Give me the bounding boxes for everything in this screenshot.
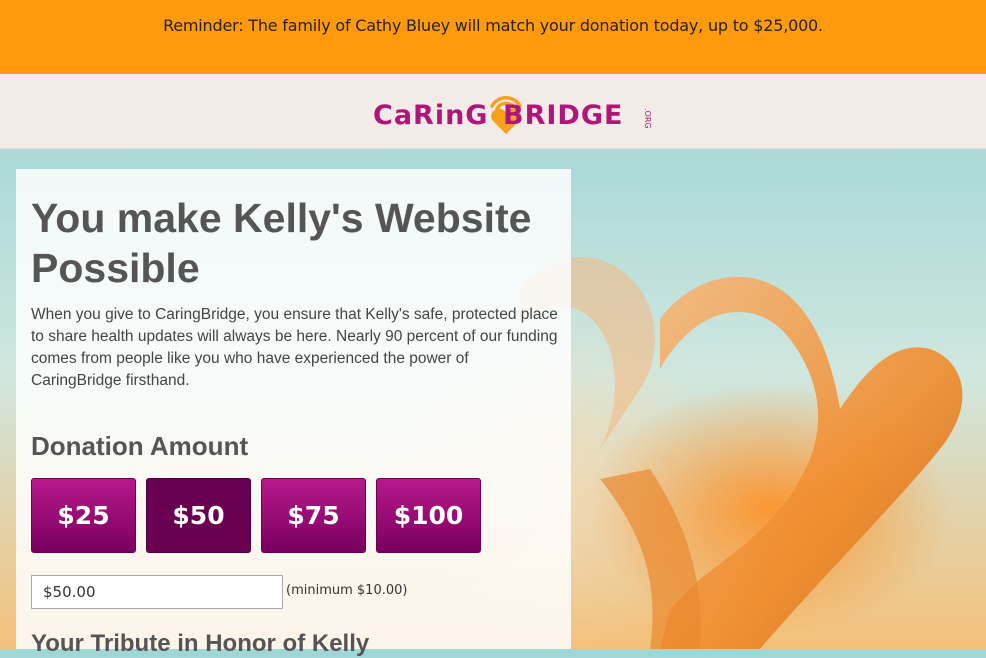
- intro-text: When you give to CaringBridge, you ensur…: [31, 306, 558, 389]
- amount-button-100[interactable]: $100: [376, 478, 481, 553]
- amount-button-75[interactable]: $75: [261, 478, 366, 553]
- logo-suffix: .ORG: [643, 108, 652, 129]
- page-title: You make Kelly's Website Possible: [31, 195, 532, 291]
- amount-button-50[interactable]: $50: [146, 478, 251, 553]
- amount-options: $25 $50 $75 $100: [31, 478, 481, 553]
- donation-amount-heading: Donation Amount: [31, 431, 249, 461]
- logo-text-left: CaRinG: [373, 100, 489, 131]
- banner-text: Reminder: The family of Cathy Bluey will…: [163, 16, 823, 35]
- minimum-note: (minimum $10.00): [286, 583, 408, 598]
- matching-reminder-banner: Reminder: The family of Cathy Bluey will…: [0, 0, 986, 74]
- amount-button-25[interactable]: $25: [31, 478, 136, 553]
- custom-amount-input[interactable]: [31, 575, 283, 609]
- donation-card: You make Kelly's Website Possible When y…: [16, 169, 571, 657]
- site-header: CaRinG BRIDGE .ORG: [0, 74, 986, 149]
- logo-text-right: BRIDGE: [503, 100, 624, 131]
- tribute-heading: Your Tribute in Honor of Kelly: [31, 630, 370, 657]
- caringbridge-logo[interactable]: CaRinG BRIDGE .ORG: [373, 84, 658, 142]
